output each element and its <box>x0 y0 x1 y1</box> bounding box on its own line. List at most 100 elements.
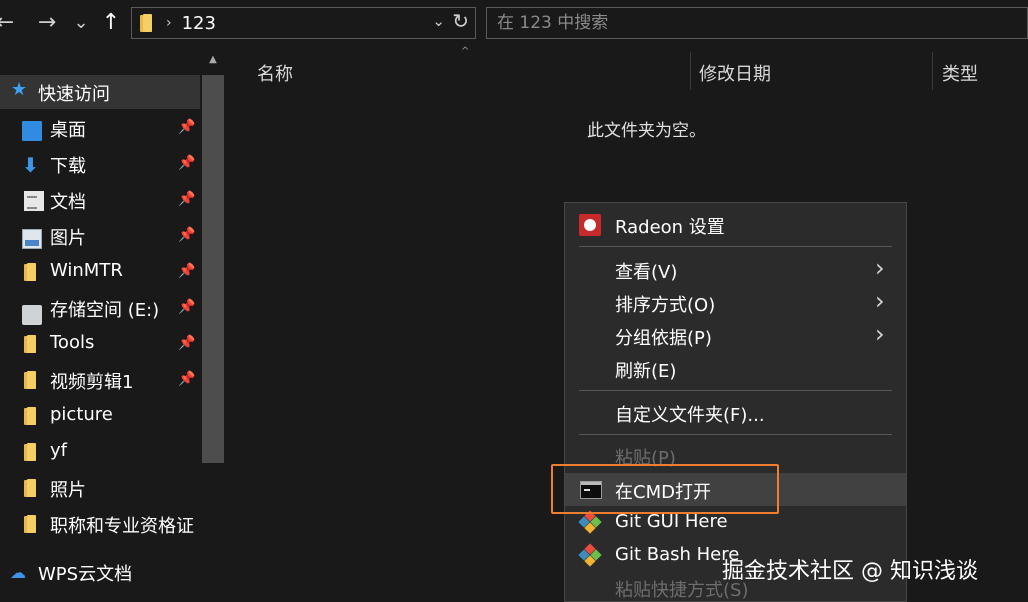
empty-folder-message: 此文件夹为空。 <box>587 121 706 141</box>
download-icon: ⬇ <box>22 153 39 177</box>
back-button[interactable]: ← <box>0 8 20 38</box>
forward-button[interactable]: → <box>32 8 62 38</box>
star-icon: ★ <box>11 79 28 100</box>
sidebar-item-drive-e[interactable]: 存储空间 (E:) 📌 <box>0 291 200 325</box>
menu-separator <box>579 434 892 435</box>
sidebar-item-label: WPS云文档 <box>38 564 133 585</box>
document-icon <box>24 191 44 211</box>
menu-item-group-by[interactable]: 分组依据(P) › <box>565 319 906 352</box>
chevron-down-icon: ⌄ <box>73 12 89 33</box>
sidebar-item-picture[interactable]: picture <box>0 399 200 433</box>
column-divider[interactable] <box>690 52 691 90</box>
folder-icon <box>24 263 40 281</box>
sidebar-item-label: Tools <box>50 332 95 353</box>
address-dropdown-icon[interactable]: ⌄ <box>432 12 445 30</box>
sidebar-item-label: 下载 <box>50 156 86 177</box>
sidebar-item-label: 存储空间 (E:) <box>50 300 160 321</box>
folder-icon <box>140 14 156 32</box>
sidebar-item-winmtr[interactable]: WinMTR 📌 <box>0 255 200 289</box>
menu-item-label: Radeon 设置 <box>615 217 725 238</box>
up-arrow-icon: ↑ <box>101 10 121 35</box>
menu-item-label: 分组依据(P) <box>615 328 712 349</box>
breadcrumb-current-folder[interactable]: 123 <box>182 13 216 34</box>
sidebar-item-downloads[interactable]: ⬇ 下载 📌 <box>0 147 200 181</box>
context-menu: Radeon 设置 查看(V) › 排序方式(O) › 分组依据(P) › 刷新… <box>564 202 907 602</box>
menu-item-label: 自定义文件夹(F)... <box>615 405 765 426</box>
radeon-icon <box>579 214 601 236</box>
folder-icon <box>24 479 40 497</box>
recent-locations-button[interactable]: ⌄ <box>66 8 96 38</box>
git-icon <box>578 543 602 567</box>
pin-icon[interactable]: 📌 <box>178 335 195 351</box>
sidebar-item-quick-access[interactable]: ★ 快速访问 <box>0 75 200 109</box>
menu-separator <box>579 246 892 247</box>
refresh-icon[interactable]: ↻ <box>452 9 469 33</box>
menu-item-label: Git Bash Here <box>615 544 740 565</box>
sidebar-item-label: 视频剪辑1 <box>50 372 134 393</box>
sidebar-scrollbar-thumb[interactable] <box>202 75 224 463</box>
menu-separator <box>579 390 892 391</box>
pin-icon[interactable]: 📌 <box>178 155 195 171</box>
pin-icon[interactable]: 📌 <box>178 119 195 135</box>
sidebar-item-label: 文档 <box>50 192 86 213</box>
cloud-icon: ☁ <box>10 563 26 582</box>
sidebar-item-documents[interactable]: 文档 📌 <box>0 183 200 217</box>
sort-indicator-icon: ^ <box>461 46 470 57</box>
menu-item-radeon-settings[interactable]: Radeon 设置 <box>565 208 906 241</box>
annotation-highlight-box <box>551 464 779 514</box>
sidebar-item-certificates[interactable]: 职称和专业资格证 <box>0 507 200 541</box>
address-bar[interactable]: › 123 ⌄ ↻ <box>131 7 476 39</box>
sidebar-item-photos[interactable]: 照片 <box>0 471 200 505</box>
sidebar-item-label: WinMTR <box>50 260 123 281</box>
folder-icon <box>24 371 40 389</box>
scroll-up-arrow-icon[interactable]: ▲ <box>204 54 222 72</box>
chevron-right-icon: › <box>875 320 885 348</box>
sidebar-item-desktop[interactable]: 桌面 📌 <box>0 111 200 145</box>
git-icon <box>578 510 602 534</box>
chevron-right-icon: › <box>875 287 885 315</box>
menu-item-refresh[interactable]: 刷新(E) <box>565 352 906 385</box>
menu-item-label: 排序方式(O) <box>615 295 716 316</box>
sidebar-item-label: 照片 <box>50 480 86 501</box>
forward-arrow-icon: → <box>37 10 57 35</box>
chevron-right-icon: › <box>875 254 885 282</box>
sidebar-item-label: 快速访问 <box>38 84 110 105</box>
folder-icon <box>24 515 40 533</box>
sidebar-item-tools[interactable]: Tools 📌 <box>0 327 200 361</box>
folder-icon <box>24 407 40 425</box>
drive-icon <box>22 305 42 325</box>
pin-icon[interactable]: 📌 <box>178 227 195 243</box>
up-button[interactable]: ↑ <box>96 8 126 38</box>
breadcrumb-separator-icon: › <box>166 15 172 31</box>
sidebar-item-label: picture <box>50 404 113 425</box>
pin-icon[interactable]: 📌 <box>178 191 195 207</box>
folder-icon <box>24 443 40 461</box>
menu-item-label: Git GUI Here <box>615 511 728 532</box>
sidebar-item-yf[interactable]: yf <box>0 435 200 469</box>
menu-item-label: 刷新(E) <box>615 361 677 382</box>
pin-icon[interactable]: 📌 <box>178 263 195 279</box>
sidebar-item-label: yf <box>50 440 67 461</box>
watermark-text: 掘金技术社区 @ 知识浅谈 <box>722 559 978 584</box>
pin-icon[interactable]: 📌 <box>178 371 195 387</box>
pin-icon[interactable]: 📌 <box>178 299 195 315</box>
menu-item-customize-folder[interactable]: 自定义文件夹(F)... <box>565 396 906 429</box>
folder-icon <box>24 335 40 353</box>
menu-item-sort-by[interactable]: 排序方式(O) › <box>565 286 906 319</box>
pictures-icon <box>22 229 42 249</box>
search-input[interactable] <box>487 13 1027 33</box>
column-divider[interactable] <box>932 52 933 90</box>
column-header-name[interactable]: 名称 <box>257 60 293 86</box>
sidebar-item-label: 图片 <box>50 228 86 249</box>
search-box[interactable] <box>486 7 1028 39</box>
menu-item-view[interactable]: 查看(V) › <box>565 253 906 286</box>
sidebar-item-video-editing[interactable]: 视频剪辑1 📌 <box>0 363 200 397</box>
desktop-icon <box>22 121 42 141</box>
sidebar-item-pictures[interactable]: 图片 📌 <box>0 219 200 253</box>
sidebar-item-wps-cloud[interactable]: ☁ WPS云文档 <box>0 555 200 589</box>
sidebar-item-label: 职称和专业资格证 <box>50 516 194 537</box>
back-arrow-icon: ← <box>0 10 15 35</box>
column-header-modified[interactable]: 修改日期 <box>699 60 771 86</box>
column-header-type[interactable]: 类型 <box>942 60 978 86</box>
menu-item-label: 查看(V) <box>615 262 678 283</box>
